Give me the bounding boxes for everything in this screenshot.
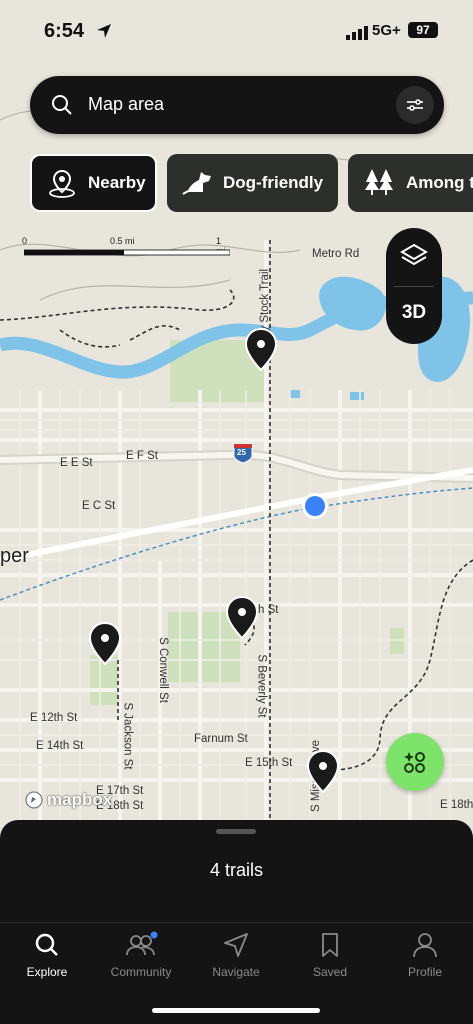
map-label-e-14th: E 14th St bbox=[36, 740, 84, 752]
cellular-signal-icon bbox=[346, 26, 368, 40]
location-arrow-icon bbox=[97, 24, 111, 38]
3d-toggle-button[interactable]: 3D bbox=[386, 302, 442, 324]
trail-count: 4 trails bbox=[209, 860, 263, 880]
trees-icon bbox=[365, 169, 393, 195]
map-label-e-15th: E 15th St bbox=[245, 757, 293, 769]
map-label-h-st: h St bbox=[258, 604, 279, 616]
sparkle-grid-icon bbox=[404, 752, 425, 773]
location-pin-icon bbox=[49, 169, 75, 198]
tab-explore[interactable]: Explore bbox=[0, 931, 94, 979]
tab-profile-label: Profile bbox=[407, 965, 442, 979]
map-label-city: per bbox=[0, 545, 29, 567]
chip-nearby[interactable]: Nearby bbox=[30, 154, 157, 212]
trail-marker[interactable] bbox=[88, 622, 122, 666]
person-icon bbox=[413, 933, 437, 958]
battery-indicator: 97 bbox=[408, 22, 438, 38]
mapbox-label: mapbox bbox=[47, 790, 113, 809]
navigate-arrow-icon bbox=[224, 933, 248, 957]
search-icon bbox=[52, 95, 72, 115]
chip-dog-friendly-label: Dog-friendly bbox=[223, 173, 324, 192]
map-label-s-jackson: S Jackson St bbox=[121, 702, 134, 770]
people-icon bbox=[126, 931, 158, 956]
map-label-e-12th: E 12th St bbox=[30, 712, 78, 724]
user-location-dot bbox=[302, 493, 328, 519]
mapbox-icon bbox=[25, 791, 43, 809]
layers-icon[interactable] bbox=[400, 242, 428, 270]
scale-start: 0 bbox=[22, 236, 28, 246]
tab-navigate-label: Navigate bbox=[212, 965, 260, 979]
map-label-s-beverly: S Beverly St bbox=[255, 654, 268, 718]
chip-dog-friendly[interactable]: Dog-friendly bbox=[167, 154, 338, 212]
status-time: 6:54 bbox=[44, 20, 85, 42]
trail-marker[interactable] bbox=[306, 750, 340, 794]
chip-among-trees[interactable]: Among t bbox=[348, 154, 473, 212]
sliders-icon bbox=[407, 99, 423, 111]
map-controls: 3D bbox=[386, 228, 442, 344]
map-label-farnum: Farnum St bbox=[194, 733, 248, 745]
network-type: 5G+ bbox=[372, 22, 401, 39]
search-input[interactable]: Map area bbox=[88, 94, 164, 115]
map-label-metro-rd: Metro Rd bbox=[312, 248, 360, 260]
dog-icon bbox=[182, 172, 211, 195]
map-actions-button[interactable] bbox=[386, 733, 444, 791]
tab-navigate[interactable]: Navigate bbox=[189, 931, 283, 979]
scale-mid: 0.5 mi bbox=[110, 236, 135, 246]
tab-saved-label: Saved bbox=[312, 965, 348, 979]
chip-nearby-label: Nearby bbox=[88, 173, 146, 192]
mapbox-logo[interactable]: mapbox bbox=[24, 790, 112, 810]
tab-profile[interactable]: Profile bbox=[378, 931, 472, 979]
trail-marker[interactable] bbox=[244, 328, 278, 372]
search-icon bbox=[35, 933, 58, 956]
map-search-bar[interactable]: Map area bbox=[30, 76, 444, 134]
bookmark-icon bbox=[322, 933, 338, 957]
tab-saved[interactable]: Saved bbox=[283, 931, 377, 979]
chip-among-trees-label: Among t bbox=[406, 173, 473, 192]
map-label-e-c-st: E C St bbox=[82, 500, 116, 512]
filter-button[interactable] bbox=[396, 86, 434, 124]
map-label-e-18th-right: E 18th bbox=[440, 799, 473, 811]
home-indicator bbox=[152, 1008, 320, 1013]
trail-marker[interactable] bbox=[225, 596, 259, 640]
map-label-e-e-st: E E St bbox=[60, 457, 93, 469]
interstate-25-label: 25 bbox=[237, 448, 246, 457]
tab-community-label: Community bbox=[110, 965, 172, 979]
sheet-handle[interactable] bbox=[216, 829, 256, 834]
tab-explore-label: Explore bbox=[26, 965, 68, 979]
map-label-e-f-st: E F St bbox=[126, 450, 158, 462]
map-scale-bar: 0 0.5 mi 1 mi bbox=[22, 236, 232, 258]
status-bar: 6:54 5G+ 97 bbox=[0, 0, 473, 60]
map-label-s-conwell: S Conwell St bbox=[156, 637, 169, 703]
tab-community[interactable]: Community bbox=[94, 931, 188, 979]
